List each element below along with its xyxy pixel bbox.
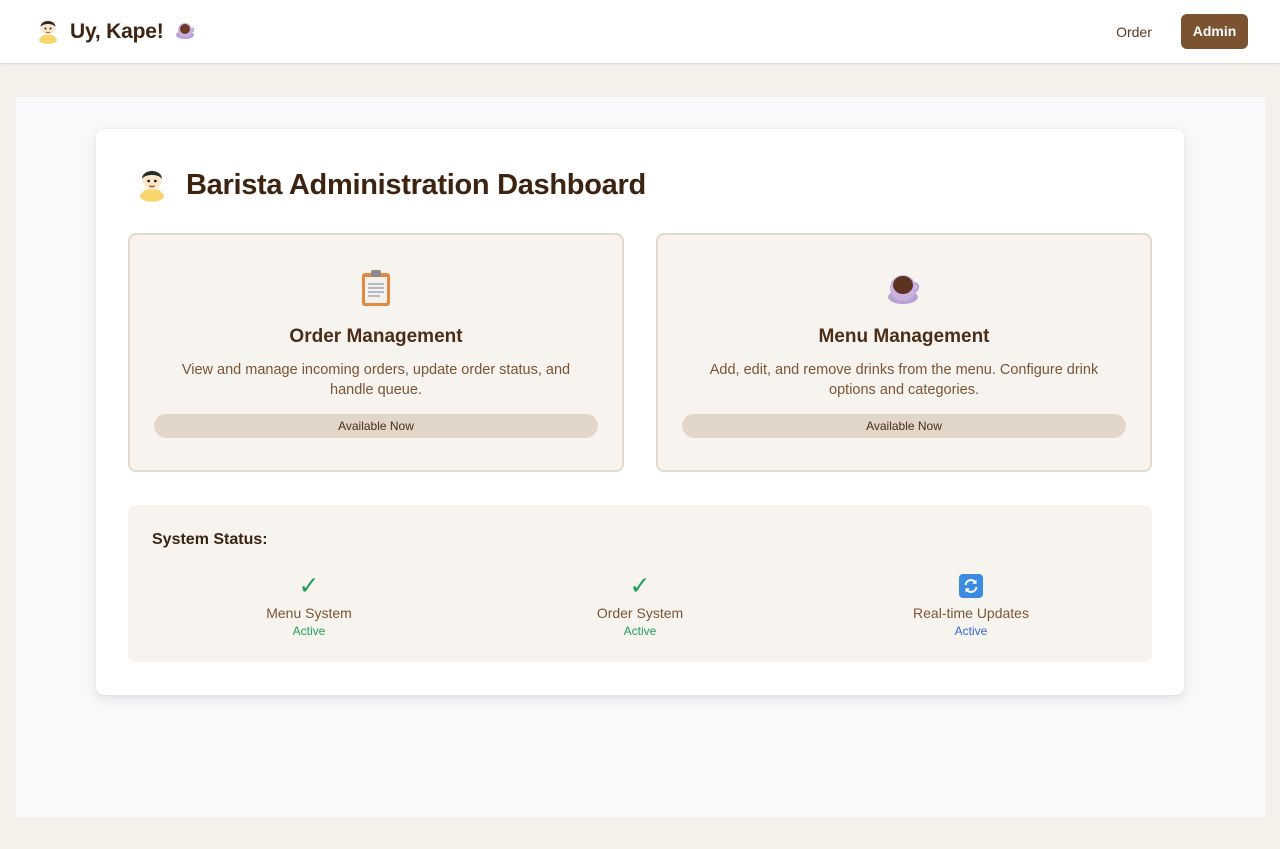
status-label: Menu System <box>266 605 352 621</box>
menu-management-card[interactable]: Menu Management Add, edit, and remove dr… <box>656 233 1152 472</box>
status-label: Order System <box>596 605 684 621</box>
system-status-panel: System Status: ✓ Menu System Active ✓ Or… <box>128 505 1152 662</box>
nav-order-link[interactable]: Order <box>1104 20 1164 44</box>
menu-management-description: Add, edit, and remove drinks from the me… <box>709 362 1099 398</box>
barista-avatar-icon <box>36 16 60 49</box>
status-value: Active <box>954 624 988 638</box>
order-management-description: View and manage incoming orders, update … <box>181 362 571 398</box>
check-icon: ✓ <box>629 572 651 600</box>
menu-management-badge: Available Now <box>682 414 1126 438</box>
brand[interactable]: Uy, Kape! <box>36 16 196 48</box>
check-icon: ✓ <box>298 572 320 600</box>
status-label: Real-time Updates <box>913 605 1029 621</box>
menu-management-title: Menu Management <box>818 326 990 347</box>
order-management-title: Order Management <box>289 326 463 347</box>
nav-admin-button[interactable]: Admin <box>1181 14 1248 49</box>
barista-avatar-icon <box>136 164 168 207</box>
dashboard-header: Barista Administration Dashboard <box>136 165 646 205</box>
status-item-realtime-updates: Real-time Updates Active <box>851 573 1091 638</box>
top-navbar: Uy, Kape! Order Admin <box>0 0 1280 64</box>
refresh-icon <box>851 573 1091 599</box>
brand-title: Uy, Kape! <box>70 20 164 43</box>
status-value: Active <box>623 624 657 638</box>
page-title: Barista Administration Dashboard <box>186 168 646 201</box>
status-item-menu-system: ✓ Menu System Active <box>189 573 429 638</box>
coffee-cup-icon <box>658 269 1150 307</box>
order-management-badge: Available Now <box>154 414 598 438</box>
dashboard-card: Barista Administration Dashboard Order M… <box>96 129 1184 695</box>
order-management-card[interactable]: Order Management View and manage incomin… <box>128 233 624 472</box>
system-status-heading: System Status: <box>152 531 268 548</box>
coffee-cup-icon <box>174 19 196 46</box>
status-value: Active <box>292 624 326 638</box>
main-content: Barista Administration Dashboard Order M… <box>16 97 1265 817</box>
status-item-order-system: ✓ Order System Active <box>520 573 760 638</box>
clipboard-icon <box>130 269 622 307</box>
